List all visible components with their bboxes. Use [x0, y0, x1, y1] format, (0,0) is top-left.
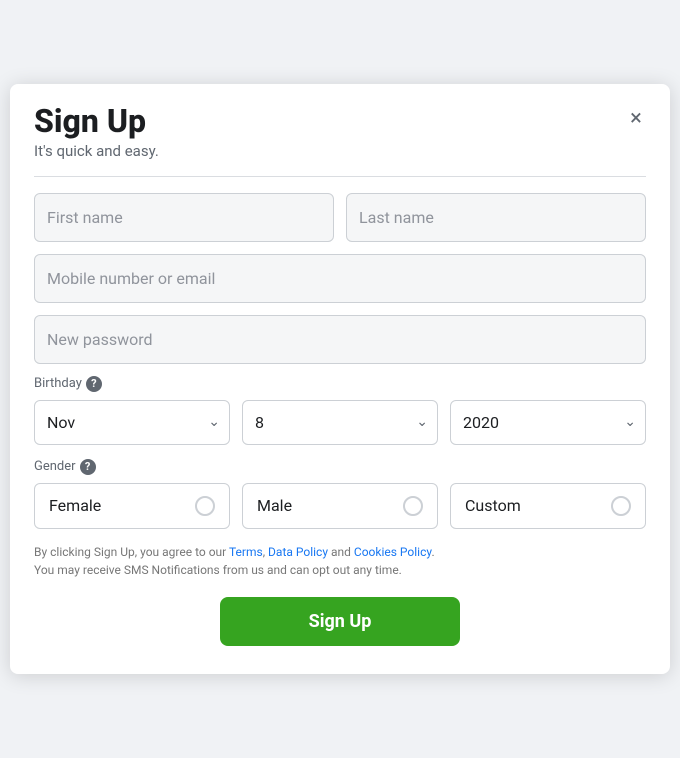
- gender-section: Gender ? Female Male Custom: [34, 459, 646, 529]
- terms-text: By clicking Sign Up, you agree to our Te…: [34, 543, 646, 579]
- month-wrapper: Nov JanFebMar AprMayJun JulAugSep OctDec…: [34, 400, 230, 445]
- month-select[interactable]: Nov JanFebMar AprMayJun JulAugSep OctDec: [34, 400, 230, 445]
- header-divider: [34, 176, 646, 177]
- birthday-row: Nov JanFebMar AprMayJun JulAugSep OctDec…: [34, 400, 646, 445]
- gender-row: Female Male Custom: [34, 483, 646, 529]
- cookies-policy-link[interactable]: Cookies Policy: [354, 545, 432, 559]
- first-name-input[interactable]: [34, 193, 334, 242]
- year-wrapper: 2020 201920182017 201620152010 200520001…: [450, 400, 646, 445]
- modal-subtitle: It's quick and easy.: [34, 142, 646, 160]
- birthday-label: Birthday ?: [34, 376, 646, 392]
- gender-male-option[interactable]: Male: [242, 483, 438, 529]
- gender-male-label: Male: [257, 496, 292, 515]
- mobile-email-input[interactable]: [34, 254, 646, 303]
- gender-female-radio[interactable]: [195, 496, 215, 516]
- gender-female-option[interactable]: Female: [34, 483, 230, 529]
- password-input[interactable]: [34, 315, 646, 364]
- close-button[interactable]: ×: [618, 100, 654, 136]
- email-row: [34, 254, 646, 303]
- gender-female-label: Female: [49, 496, 101, 515]
- last-name-input[interactable]: [346, 193, 646, 242]
- gender-male-radio[interactable]: [403, 496, 423, 516]
- day-wrapper: 8 1234 5679 10111213 14151617 18192021 2…: [242, 400, 438, 445]
- day-select[interactable]: 8 1234 5679 10111213 14151617 18192021 2…: [242, 400, 438, 445]
- signup-button[interactable]: Sign Up: [220, 597, 460, 646]
- password-row: [34, 315, 646, 364]
- birthday-help-icon[interactable]: ?: [86, 376, 102, 392]
- gender-custom-label: Custom: [465, 496, 521, 515]
- year-select[interactable]: 2020 201920182017 201620152010 200520001…: [450, 400, 646, 445]
- gender-help-icon[interactable]: ?: [80, 459, 96, 475]
- gender-custom-radio[interactable]: [611, 496, 631, 516]
- modal-header: Sign Up It's quick and easy.: [34, 104, 646, 159]
- signup-modal: × Sign Up It's quick and easy. Birthday …: [10, 84, 670, 673]
- name-row: [34, 193, 646, 242]
- terms-link[interactable]: Terms: [229, 545, 263, 559]
- gender-custom-option[interactable]: Custom: [450, 483, 646, 529]
- page-title: Sign Up: [34, 104, 646, 139]
- gender-label: Gender ?: [34, 459, 646, 475]
- data-policy-link[interactable]: Data Policy: [268, 545, 328, 559]
